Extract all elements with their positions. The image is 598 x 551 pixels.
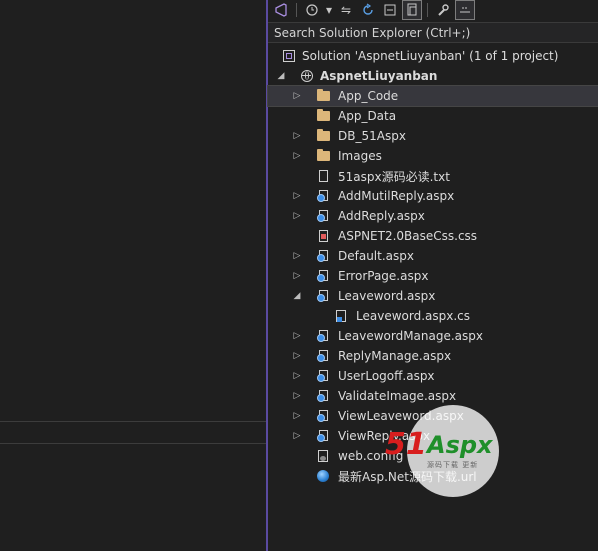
solution-icon bbox=[282, 49, 296, 63]
config-file-icon bbox=[316, 449, 330, 463]
toolbar-separator bbox=[427, 3, 428, 17]
tree-item-label: ReplyManage.aspx bbox=[338, 349, 452, 363]
tree-row[interactable]: ▷ ErrorPage.aspx bbox=[268, 266, 598, 286]
solution-label: Solution 'AspnetLiuyanban' (1 of 1 proje… bbox=[302, 49, 559, 63]
collapsed-arrow-icon[interactable]: ▷ bbox=[292, 131, 302, 141]
tree-item-label: App_Data bbox=[338, 109, 397, 123]
history-icon[interactable] bbox=[303, 1, 321, 19]
tree-row[interactable]: 最新Asp.Net源码下载.url bbox=[268, 466, 598, 486]
tree-row[interactable]: App_Data bbox=[268, 106, 598, 126]
aspx-file-icon bbox=[316, 389, 330, 403]
tree-row[interactable]: ▷ ReplyManage.aspx bbox=[268, 346, 598, 366]
tree-row[interactable]: Leaveword.aspx.cs bbox=[268, 306, 598, 326]
project-globe-icon bbox=[300, 69, 314, 83]
folder-icon bbox=[316, 89, 330, 103]
collapsed-arrow-icon[interactable]: ▷ bbox=[292, 351, 302, 361]
aspx-file-icon bbox=[316, 209, 330, 223]
tree-row[interactable]: ▷ App_Code bbox=[267, 85, 598, 107]
tree-item-label: ValidateImage.aspx bbox=[338, 389, 457, 403]
tree-row[interactable]: ▷ LeavewordManage.aspx bbox=[268, 326, 598, 346]
search-input[interactable]: Search Solution Explorer (Ctrl+;) bbox=[268, 22, 598, 43]
aspx-file-icon bbox=[316, 409, 330, 423]
divider bbox=[0, 443, 266, 444]
tree-item-label: Leaveword.aspx.cs bbox=[356, 309, 470, 323]
tree-row[interactable]: ▷ ViewReply.aspx bbox=[268, 426, 598, 446]
collapsed-arrow-icon[interactable]: ▷ bbox=[292, 371, 302, 381]
refresh-icon[interactable] bbox=[359, 1, 377, 19]
tree-row[interactable]: ▷ DB_51Aspx bbox=[268, 126, 598, 146]
tree-row[interactable]: web.config bbox=[268, 446, 598, 466]
tree-item-label: ViewLeaveword.aspx bbox=[338, 409, 464, 423]
collapsed-arrow-icon[interactable]: ▷ bbox=[292, 151, 302, 161]
tree-row[interactable]: ◢ Leaveword.aspx bbox=[268, 286, 598, 306]
tree-row[interactable]: ▷ AddReply.aspx bbox=[268, 206, 598, 226]
tree-row[interactable]: ▷ ViewLeaveword.aspx bbox=[268, 406, 598, 426]
text-file-icon bbox=[316, 169, 330, 183]
collapsed-arrow-icon[interactable]: ▷ bbox=[292, 91, 302, 101]
collapsed-arrow-icon[interactable]: ▷ bbox=[292, 411, 302, 421]
tree-item-label: ViewReply.aspx bbox=[338, 429, 431, 443]
solution-explorer-panel: ▾ ⇋ Search Solution Explorer (Ctrl+;) So… bbox=[267, 0, 598, 551]
collapsed-arrow-icon[interactable]: ▷ bbox=[292, 191, 302, 201]
folder-icon bbox=[316, 149, 330, 163]
tree-item-label: DB_51Aspx bbox=[338, 129, 406, 143]
aspx-file-icon bbox=[316, 189, 330, 203]
aspx-file-icon bbox=[316, 269, 330, 283]
tree-row[interactable]: ▷ Images bbox=[268, 146, 598, 166]
collapsed-arrow-icon[interactable]: ▷ bbox=[292, 331, 302, 341]
tree-item-label: web.config bbox=[338, 449, 404, 463]
tree-row[interactable]: ▷ ValidateImage.aspx bbox=[268, 386, 598, 406]
tree-item-label: AddReply.aspx bbox=[338, 209, 425, 223]
tree-item-label: UserLogoff.aspx bbox=[338, 369, 435, 383]
collapsed-arrow-icon[interactable]: ▷ bbox=[292, 391, 302, 401]
tree-item-label: ErrorPage.aspx bbox=[338, 269, 429, 283]
aspx-file-icon bbox=[316, 349, 330, 363]
show-all-files-icon[interactable] bbox=[402, 0, 422, 20]
expanded-arrow-icon[interactable]: ◢ bbox=[276, 71, 286, 81]
collapsed-arrow-icon[interactable]: ▷ bbox=[292, 211, 302, 221]
tree-item-label: 最新Asp.Net源码下载.url bbox=[338, 469, 477, 484]
tree-row[interactable]: 51aspx源码必读.txt bbox=[268, 166, 598, 186]
vs-icon[interactable] bbox=[272, 1, 290, 19]
tree-item-label: App_Code bbox=[338, 89, 399, 103]
tree-item-label: 51aspx源码必读.txt bbox=[338, 169, 450, 184]
tree-item-label: AddMutilReply.aspx bbox=[338, 189, 455, 203]
tree-item-label: Images bbox=[338, 149, 382, 163]
collapsed-arrow-icon[interactable]: ▷ bbox=[292, 271, 302, 281]
collapsed-arrow-icon[interactable]: ▷ bbox=[292, 431, 302, 441]
collapsed-arrow-icon[interactable]: ▷ bbox=[292, 251, 302, 261]
csharp-file-icon bbox=[334, 309, 348, 323]
tree-row[interactable]: ▷ Default.aspx bbox=[268, 246, 598, 266]
search-placeholder: Search Solution Explorer (Ctrl+;) bbox=[274, 26, 471, 40]
chevron-down-icon[interactable]: ▾ bbox=[325, 1, 333, 19]
properties-wrench-icon[interactable] bbox=[434, 1, 452, 19]
tree-item-label: Leaveword.aspx bbox=[338, 289, 436, 303]
tree-item-label: ASPNET2.0BaseCss.css bbox=[338, 229, 478, 243]
aspx-file-icon bbox=[316, 249, 330, 263]
tree-row[interactable]: ▷ UserLogoff.aspx bbox=[268, 366, 598, 386]
expanded-arrow-icon[interactable]: ◢ bbox=[292, 291, 302, 301]
divider bbox=[0, 421, 266, 422]
aspx-file-icon bbox=[316, 329, 330, 343]
css-file-icon bbox=[316, 229, 330, 243]
folder-icon bbox=[316, 109, 330, 123]
project-label: AspnetLiuyanban bbox=[320, 69, 438, 83]
tree-row-solution[interactable]: Solution 'AspnetLiuyanban' (1 of 1 proje… bbox=[268, 46, 598, 66]
folder-icon bbox=[316, 129, 330, 143]
aspx-file-icon bbox=[316, 429, 330, 443]
solution-explorer-toolbar: ▾ ⇋ bbox=[268, 0, 598, 20]
preview-icon[interactable] bbox=[455, 0, 475, 20]
url-file-icon bbox=[316, 469, 330, 483]
toolbar-separator bbox=[296, 3, 297, 17]
tree-item-label: Default.aspx bbox=[338, 249, 414, 263]
tree-row-project[interactable]: ◢ AspnetLiuyanban bbox=[268, 66, 598, 86]
collapse-all-icon[interactable] bbox=[381, 1, 399, 19]
aspx-file-icon bbox=[316, 369, 330, 383]
tree-row[interactable]: ▷ AddMutilReply.aspx bbox=[268, 186, 598, 206]
tree-row[interactable]: ASPNET2.0BaseCss.css bbox=[268, 226, 598, 246]
tree-item-label: LeavewordManage.aspx bbox=[338, 329, 483, 343]
aspx-file-icon bbox=[316, 289, 330, 303]
sync-icon[interactable]: ⇋ bbox=[337, 1, 355, 19]
left-editor-pane bbox=[0, 0, 266, 551]
